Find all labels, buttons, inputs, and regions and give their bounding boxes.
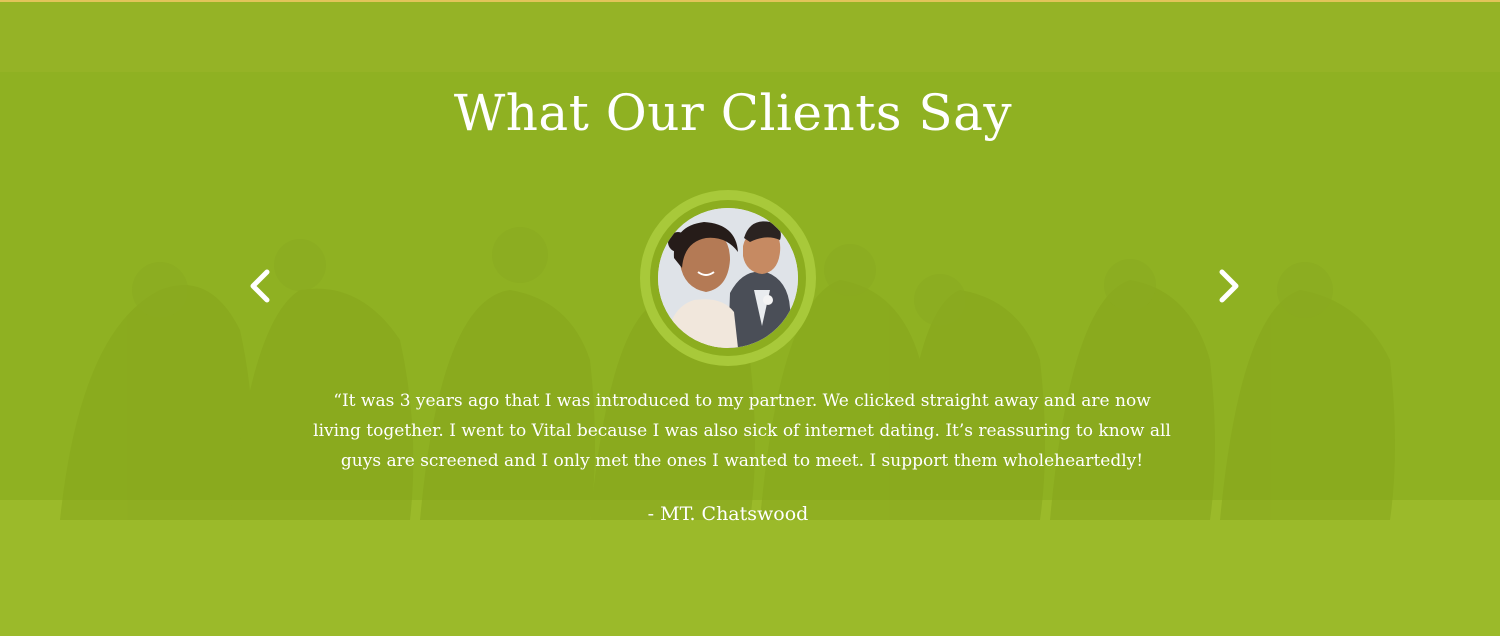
avatar-frame <box>640 190 816 366</box>
client-avatar <box>658 208 798 348</box>
testimonial-quote: “It was 3 years ago that I was introduce… <box>313 391 1171 471</box>
testimonial-author: - MT. Chatswood <box>647 503 809 525</box>
section-title: What Our Clients Say <box>453 84 1013 142</box>
chevron-right-icon <box>1219 269 1239 303</box>
carousel-prev-button[interactable] <box>237 262 281 310</box>
chevron-left-icon <box>250 269 270 303</box>
testimonials-section: What Our Clients Say “It was 3 years ago… <box>0 0 1500 636</box>
couple-photo <box>658 208 798 348</box>
carousel-next-button[interactable] <box>1208 262 1252 310</box>
top-divider <box>0 0 1500 2</box>
